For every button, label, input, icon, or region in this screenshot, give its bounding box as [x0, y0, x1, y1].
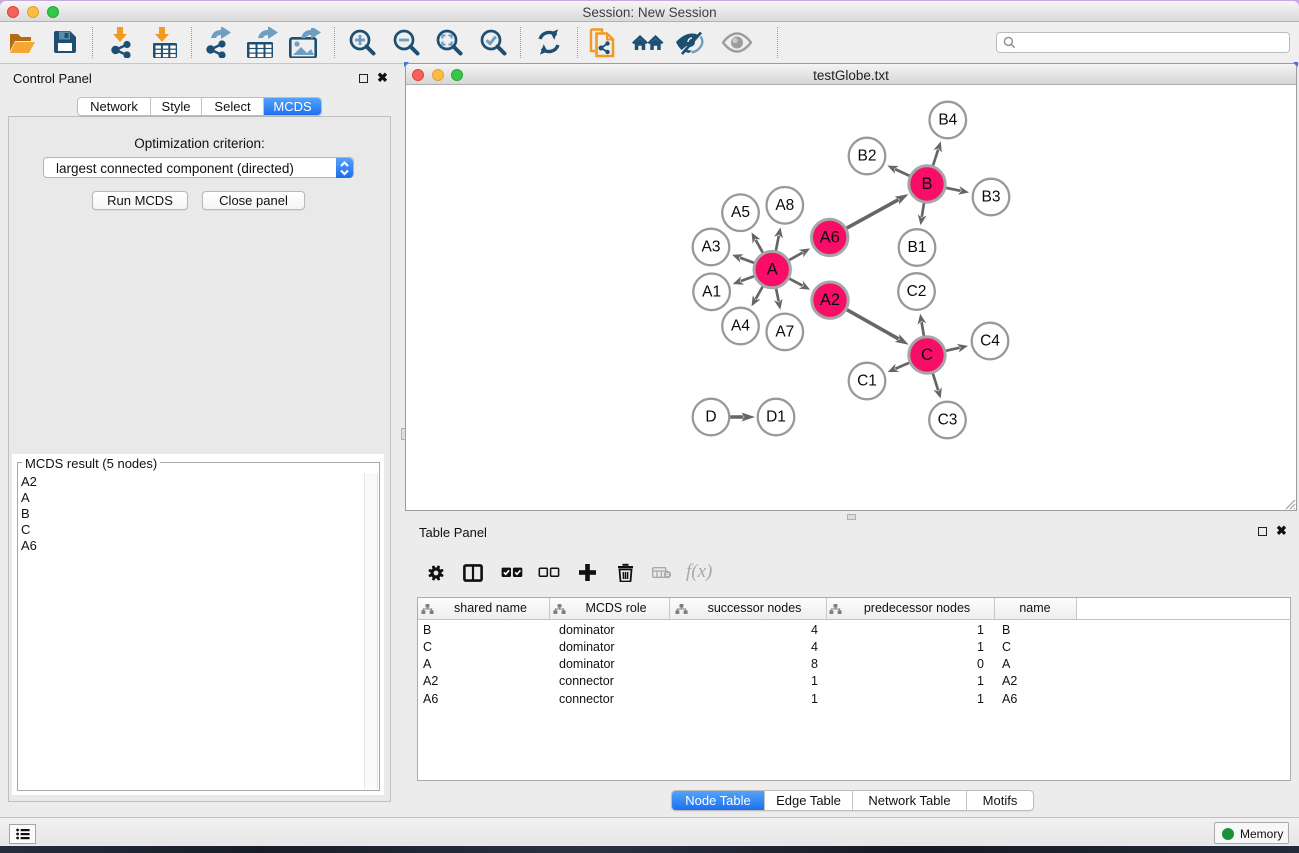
svg-text:B3: B3: [982, 189, 1001, 206]
svg-text:D1: D1: [766, 409, 786, 426]
svg-text:A5: A5: [731, 204, 750, 221]
svg-text:A6: A6: [820, 228, 840, 246]
svg-text:C4: C4: [980, 333, 1000, 350]
svg-text:C2: C2: [907, 283, 927, 300]
svg-text:A: A: [767, 261, 778, 279]
svg-text:C3: C3: [938, 412, 958, 429]
svg-text:C: C: [921, 346, 933, 364]
svg-text:A8: A8: [775, 197, 794, 214]
svg-text:A1: A1: [702, 283, 721, 300]
svg-text:B4: B4: [938, 112, 957, 129]
svg-text:A2: A2: [820, 291, 840, 309]
svg-text:A4: A4: [731, 318, 750, 335]
svg-text:B1: B1: [908, 239, 927, 256]
svg-text:A3: A3: [702, 239, 721, 256]
svg-text:B2: B2: [858, 148, 877, 165]
svg-text:B: B: [921, 175, 932, 193]
svg-text:D: D: [705, 409, 716, 426]
svg-text:C1: C1: [857, 373, 877, 390]
svg-text:A7: A7: [775, 323, 794, 340]
